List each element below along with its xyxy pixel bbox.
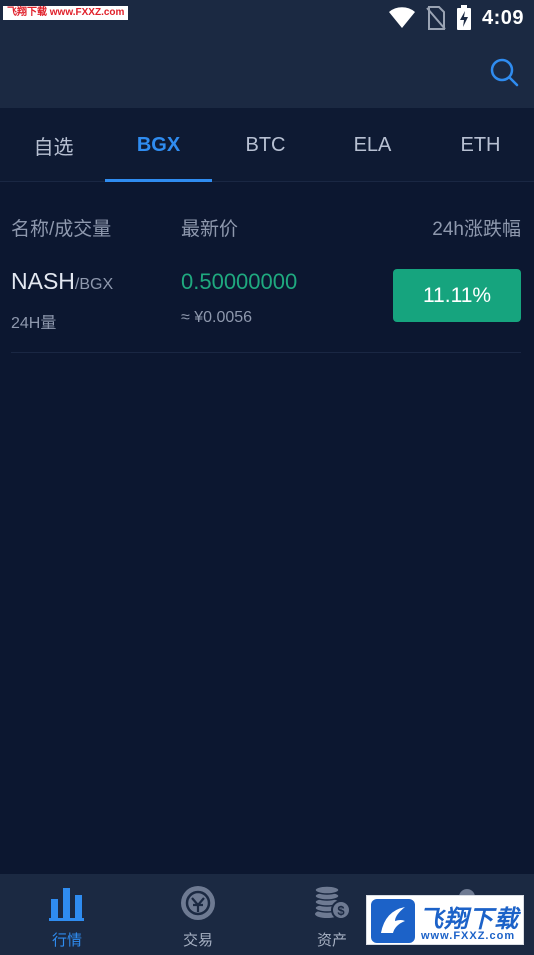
tab-ela[interactable]: ELA: [319, 108, 426, 182]
column-headers: 名称/成交量 最新价 24h涨跌幅: [0, 208, 534, 244]
tab-btc[interactable]: BTC: [212, 108, 319, 182]
pair-name: NASH/BGX: [11, 268, 113, 295]
app-header: [0, 36, 534, 108]
pair-base: NASH: [11, 268, 75, 294]
market-row[interactable]: NASH/BGX 24H量 0.50000000 ≈ ¥0.0056 11.11…: [11, 258, 521, 353]
search-button[interactable]: [488, 56, 520, 88]
column-header-change: 24h涨跌幅: [432, 219, 521, 240]
nav-markets[interactable]: 行情: [0, 874, 134, 955]
exchange-icon: [181, 886, 215, 920]
watermark-logo: 飞翔下载 www.FXXZ.com: [366, 895, 524, 945]
wifi-icon: [388, 7, 415, 29]
price-cny: ≈ ¥0.0056: [181, 309, 253, 326]
column-header-name-volume: 名称/成交量: [11, 219, 112, 240]
latest-price: 0.50000000: [181, 269, 298, 294]
no-sim-icon: [426, 6, 446, 30]
watermark-text: 飞翔下载 www.FXXZ.com: [3, 6, 129, 20]
nav-label-trade: 交易: [182, 932, 213, 949]
battery-charging-icon: [456, 5, 471, 30]
watermark-url: www.FXXZ.com: [421, 930, 516, 942]
nav-trade[interactable]: 交易: [131, 874, 265, 955]
svg-text:$: $: [337, 903, 345, 918]
volume-label: 24H量: [11, 315, 57, 332]
status-bar: 飞翔下载 www.FXXZ.com 4:09: [0, 0, 534, 36]
pair-quote: /BGX: [74, 276, 114, 293]
search-icon: [490, 58, 519, 87]
status-icons: 4:09: [388, 5, 524, 31]
watermark-title: 飞翔下载: [419, 906, 519, 933]
tab-eth[interactable]: ETH: [427, 108, 534, 182]
coins-icon: $: [314, 885, 351, 920]
fxxz-logo-icon: [371, 899, 415, 943]
tab-bgx[interactable]: BGX: [105, 108, 212, 182]
bar-chart-icon: [49, 888, 84, 921]
change-badge[interactable]: 11.11%: [393, 269, 521, 322]
tab-favorites[interactable]: 自选: [0, 108, 107, 182]
status-time: 4:09: [481, 6, 524, 29]
nav-label-markets: 行情: [51, 932, 82, 949]
column-header-latest-price: 最新价: [181, 219, 239, 240]
market-tabs: 自选 BGX BTC ELA ETH: [0, 108, 534, 182]
